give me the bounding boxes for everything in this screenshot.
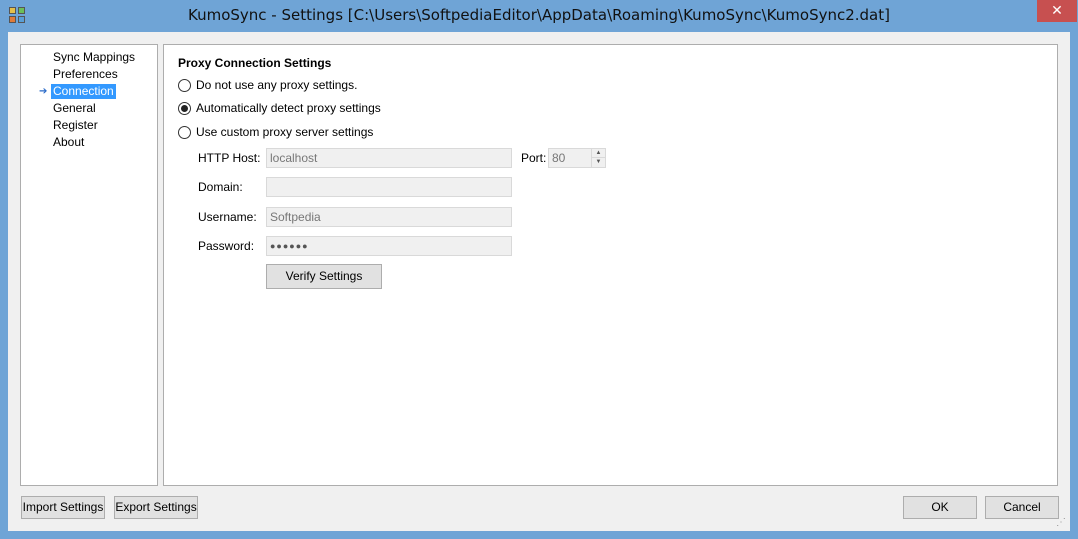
resize-grip-icon[interactable]: ⋰ — [1056, 517, 1068, 529]
radio-button[interactable] — [178, 125, 191, 139]
arrow-right-icon: ➔ — [39, 86, 48, 97]
connection-panel: Proxy Connection Settings Do not use any… — [163, 44, 1058, 486]
export-settings-button[interactable]: Export Settings — [114, 496, 198, 519]
import-settings-button[interactable]: Import Settings — [21, 496, 105, 519]
nav-item-sync-mappings[interactable]: Sync Mappings — [51, 50, 137, 65]
domain-input[interactable] — [266, 177, 512, 197]
cancel-button[interactable]: Cancel — [985, 496, 1059, 519]
radio-label: Do not use any proxy settings. — [196, 78, 358, 92]
domain-label: Domain: — [198, 180, 243, 194]
close-icon[interactable]: ✕ — [1037, 0, 1077, 22]
title-bar[interactable]: KumoSync - Settings [C:\Users\SoftpediaE… — [0, 0, 1078, 32]
section-title: Proxy Connection Settings — [178, 56, 332, 70]
window-title: KumoSync - Settings [C:\Users\SoftpediaE… — [188, 6, 890, 24]
username-input[interactable]: Softpedia — [266, 207, 512, 227]
client-area: ➔ Sync Mappings Preferences Connection G… — [8, 32, 1070, 531]
password-label: Password: — [198, 239, 255, 253]
radio-custom-proxy[interactable]: Use custom proxy server settings — [178, 124, 373, 140]
http-host-input[interactable]: localhost — [266, 148, 512, 168]
http-host-label: HTTP Host: — [198, 151, 261, 165]
nav-item-preferences[interactable]: Preferences — [51, 67, 120, 82]
nav-item-about[interactable]: About — [51, 135, 86, 150]
spin-up-icon[interactable]: ▲ — [591, 149, 605, 158]
radio-no-proxy[interactable]: Do not use any proxy settings. — [178, 77, 357, 93]
radio-button[interactable] — [178, 78, 191, 92]
port-label: Port: — [521, 151, 547, 165]
radio-label: Automatically detect proxy settings — [196, 101, 381, 115]
ok-button[interactable]: OK — [903, 496, 977, 519]
verify-settings-button[interactable]: Verify Settings — [266, 264, 382, 289]
settings-nav: ➔ Sync Mappings Preferences Connection G… — [20, 44, 158, 486]
nav-item-general[interactable]: General — [51, 101, 98, 116]
port-value: 80 — [552, 151, 566, 165]
radio-button[interactable] — [178, 101, 191, 115]
radio-auto-detect[interactable]: Automatically detect proxy settings — [178, 100, 381, 116]
radio-label: Use custom proxy server settings — [196, 125, 374, 139]
settings-window: KumoSync - Settings [C:\Users\SoftpediaE… — [0, 0, 1078, 539]
spin-down-icon[interactable]: ▼ — [591, 158, 605, 167]
nav-item-connection[interactable]: Connection — [51, 84, 116, 99]
port-stepper[interactable]: 80 ▲ ▼ — [548, 148, 606, 168]
username-label: Username: — [198, 210, 257, 224]
password-input[interactable]: ●●●●●● — [266, 236, 512, 256]
nav-item-register[interactable]: Register — [51, 118, 100, 133]
